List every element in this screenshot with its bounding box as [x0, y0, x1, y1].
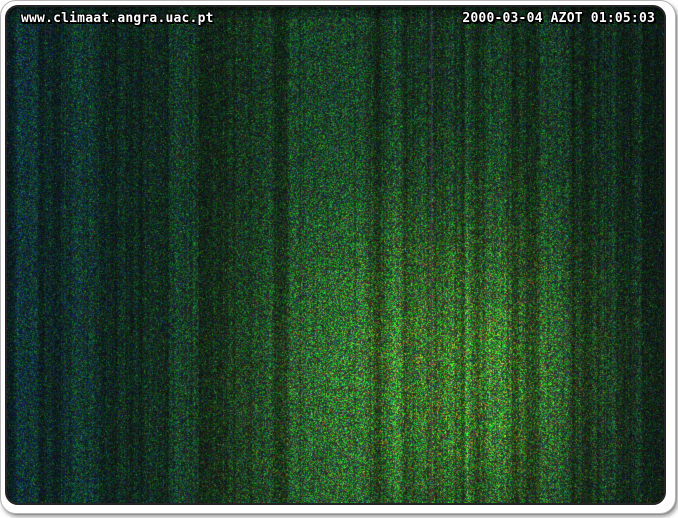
overlay-timestamp-text: 2000-03-04 AZOT 01:05:03	[462, 11, 655, 26]
overlay-url-text: www.climaat.angra.uac.pt	[21, 11, 214, 26]
webcam-card: www.climaat.angra.uac.pt 2000-03-04 AZOT…	[0, 0, 676, 514]
webcam-frame: www.climaat.angra.uac.pt 2000-03-04 AZOT…	[5, 5, 666, 505]
webcam-page: www.climaat.angra.uac.pt 2000-03-04 AZOT…	[0, 0, 678, 518]
webcam-image	[7, 7, 664, 503]
